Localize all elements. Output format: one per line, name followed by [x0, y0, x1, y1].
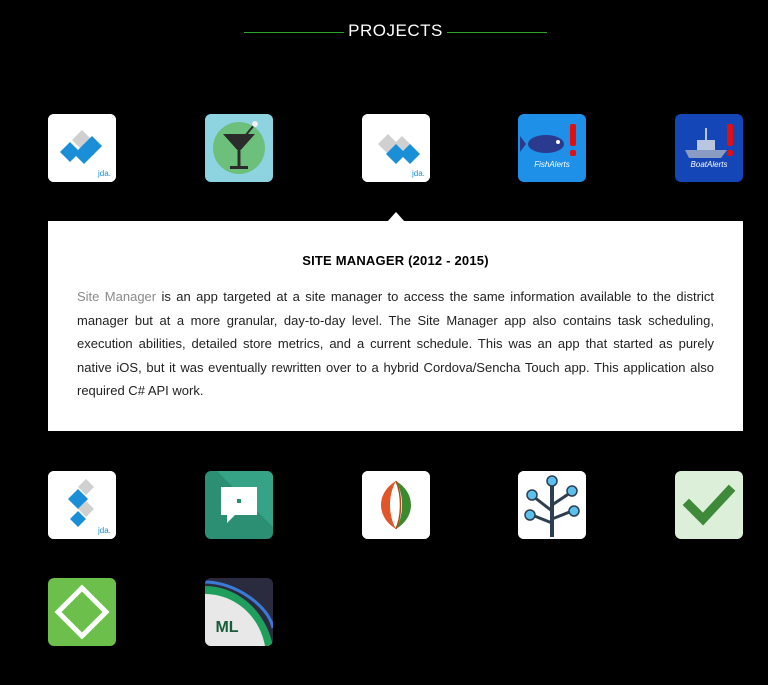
project-tile-ml-app[interactable]: ML: [205, 578, 273, 646]
project-tile-check-app[interactable]: [675, 471, 743, 539]
jda-logo-icon: jda.: [48, 114, 116, 182]
chat-bubble-icon: [205, 471, 273, 539]
svg-text:FishAlerts: FishAlerts: [534, 160, 570, 169]
header-rule-left: [244, 32, 344, 33]
project-detail-panel: SITE MANAGER (2012 - 2015) Site Manager …: [48, 221, 743, 431]
jda-logo-icon: jda.: [362, 114, 430, 182]
project-description: Site Manager is an app targeted at a sit…: [77, 285, 714, 403]
fish-alert-icon: FishAlerts: [518, 114, 586, 182]
header-rule-right: [447, 32, 547, 33]
svg-text:jda.: jda.: [97, 526, 111, 535]
project-tile-fishalerts[interactable]: FishAlerts: [518, 114, 586, 182]
project-description-text: is an app targeted at a site manager to …: [77, 289, 714, 398]
project-link[interactable]: Site Manager: [77, 289, 156, 304]
jda-logo-icon: jda.: [48, 471, 116, 539]
project-tile-diamond-app[interactable]: [48, 578, 116, 646]
section-title: PROJECTS: [348, 21, 443, 40]
project-tile-boatalerts[interactable]: BoatAlerts: [675, 114, 743, 182]
diamond-icon: [48, 578, 116, 646]
boat-alert-icon: BoatAlerts: [675, 114, 743, 182]
project-tile-chat-app[interactable]: [205, 471, 273, 539]
project-tile-cocktail-app[interactable]: [205, 114, 273, 182]
svg-text:jda.: jda.: [97, 169, 111, 178]
project-tile-leaf-app[interactable]: [362, 471, 430, 539]
leaf-icon: [362, 471, 430, 539]
project-tile-jda-app-2[interactable]: jda.: [48, 471, 116, 539]
project-tile-jda-app-1[interactable]: jda.: [48, 114, 116, 182]
projects-header: PROJECTS: [0, 18, 768, 46]
checkmark-icon: [675, 471, 743, 539]
project-title: SITE MANAGER (2012 - 2015): [302, 253, 489, 268]
svg-text:BoatAlerts: BoatAlerts: [691, 160, 728, 169]
cocktail-glass-icon: [205, 114, 273, 182]
tree-nodes-icon: [518, 471, 586, 539]
svg-text:ML: ML: [215, 619, 238, 636]
project-tile-site-manager[interactable]: jda.: [362, 114, 430, 182]
svg-text:jda.: jda.: [411, 169, 425, 178]
project-tile-tree-app[interactable]: [518, 471, 586, 539]
ml-badge-icon: ML: [205, 578, 273, 646]
